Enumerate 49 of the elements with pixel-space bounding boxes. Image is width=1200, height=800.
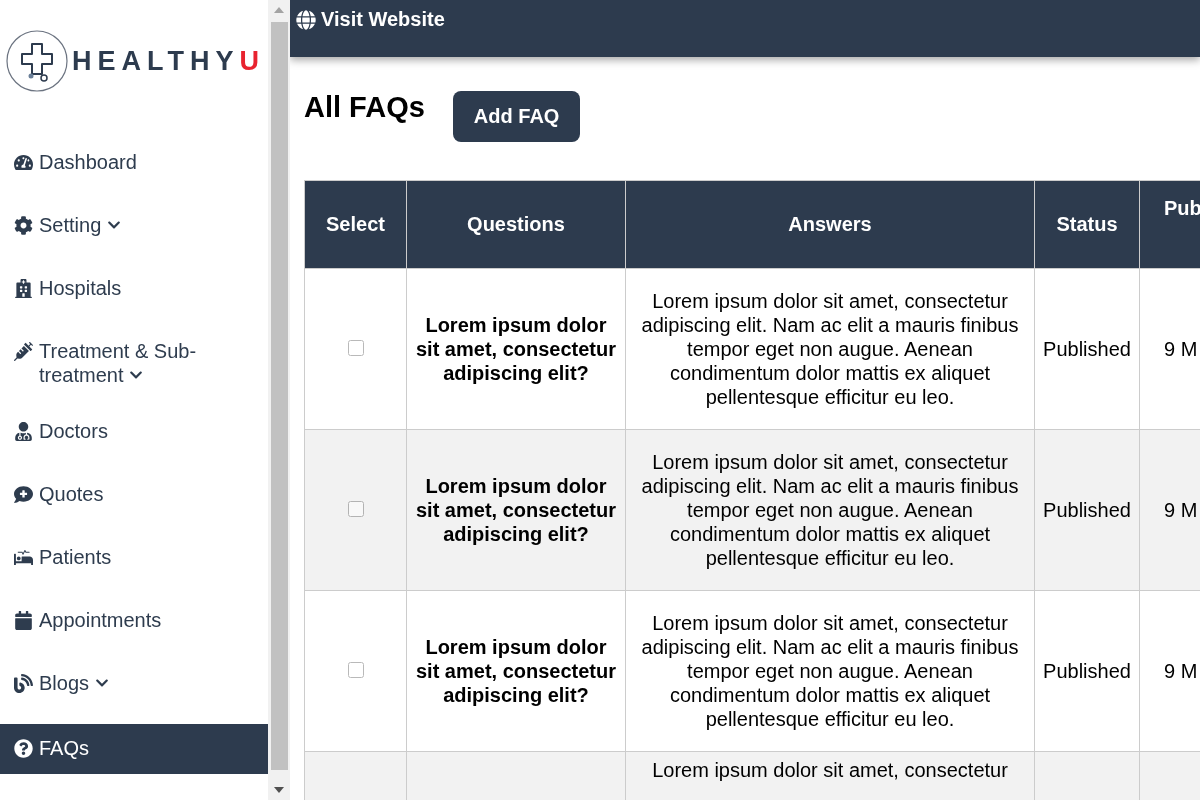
question-cell: Lorem ipsum dolor sit amet, consectetur adipiscing elit? [415, 636, 617, 706]
sidebar-item[interactable]: Quotes [0, 466, 268, 529]
doctor-icon [14, 422, 33, 441]
column-header: Status [1034, 180, 1140, 269]
date-cell: 9 M [1164, 660, 1198, 682]
gear-icon [14, 216, 33, 235]
question-icon [14, 739, 33, 758]
column-header: Questions [406, 180, 626, 269]
blog-icon [14, 674, 33, 693]
status-cell: Published [1043, 499, 1131, 521]
sidebar-item[interactable]: Dashboard [0, 134, 268, 197]
sidebar-item[interactable]: Setting [0, 197, 268, 260]
sidebar-item[interactable]: FAQs [0, 724, 268, 774]
answer-cell: Lorem ipsum dolor sit amet, consectetur adipiscing elit. Nam ac elit a mauris finibus tempor eget non augue. Aenean condimentum dolor mattis ex aliquet pellentesque efficitur eu leo. [641, 612, 1019, 730]
bed-icon [14, 548, 33, 567]
row-checkbox[interactable] [347, 662, 364, 678]
answer-cell: Lorem ipsum dolor sit amet, consectetur adipiscing elit. Nam ac elit a mauris finibus tempor eget non augue. Aenean condimentum dolor mattis ex aliquet pellentesque efficitur eu leo. [641, 451, 1019, 569]
sidebar-item[interactable]: Hospitals [0, 260, 268, 323]
logo-icon [6, 30, 68, 92]
question-cell: Lorem ipsum dolor sit amet, consectetur adipiscing elit? [415, 314, 617, 384]
calendar-icon [14, 611, 33, 630]
date-cell: 9 M [1164, 499, 1198, 521]
column-header: Answers [625, 180, 1035, 269]
date-cell: 9 M [1164, 338, 1198, 360]
answer-cell: Lorem ipsum dolor sit amet, consectetur [652, 759, 1008, 781]
scroll-down-icon[interactable] [274, 787, 284, 793]
sidebar-item[interactable]: Appointments [0, 592, 268, 655]
sidebar-item[interactable]: Blogs [0, 655, 268, 718]
sidebar-item[interactable]: Treatment & Sub-treatment [0, 323, 268, 403]
sidebar-item[interactable]: Doctors [0, 403, 268, 466]
status-cell: Published [1043, 660, 1131, 682]
gauge-icon [14, 153, 33, 172]
syringe-icon [14, 342, 33, 361]
visit-website-link[interactable]: Visit Website [296, 8, 445, 31]
add-faq-button[interactable]: Add FAQ [452, 91, 581, 142]
scrollbar[interactable] [268, 0, 290, 800]
globe-icon [296, 9, 316, 30]
scroll-up-icon[interactable] [274, 7, 284, 13]
brand-name: HEALTHY U [72, 45, 265, 77]
status-cell: Published [1043, 338, 1131, 360]
answer-cell: Lorem ipsum dolor sit amet, consectetur adipiscing elit. Nam ac elit a mauris finibus tempor eget non augue. Aenean condimentum dolor mattis ex aliquet pellentesque efficitur eu leo. [641, 290, 1019, 408]
question-cell: Lorem ipsum dolor sit amet, consectetur adipiscing elit? [415, 475, 617, 545]
column-header: Select [304, 180, 407, 269]
page-title: All FAQs [304, 91, 425, 124]
sidebar-item[interactable]: Patients [0, 529, 268, 592]
row-checkbox[interactable] [347, 501, 364, 517]
hospital-icon [14, 279, 33, 298]
row-checkbox[interactable] [347, 340, 364, 356]
speech-bubble-icon [14, 485, 33, 504]
